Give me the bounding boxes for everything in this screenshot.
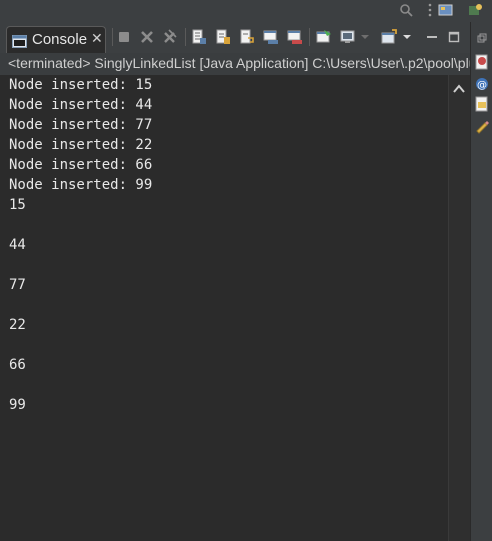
scroll-up-icon[interactable]: [453, 79, 465, 93]
tab-console-label: Console: [32, 31, 88, 48]
console-output[interactable]: Node inserted: 15 Node inserted: 44 Node i…: [0, 75, 448, 541]
console-icon: [12, 33, 27, 48]
console-line: Node inserted: 66: [9, 157, 153, 173]
console-view: Console ✕ <terminated> SinglyLinkedList …: [0, 22, 470, 541]
minimize-icon[interactable]: [424, 29, 440, 45]
console-line: Node inserted: 15: [9, 77, 153, 93]
open-console-icon[interactable]: [381, 29, 397, 45]
more-options-icon[interactable]: [426, 2, 434, 18]
remove-all-terminated-icon[interactable]: [162, 29, 178, 45]
vertical-scrollbar[interactable]: [448, 75, 470, 541]
java-perspective-icon[interactable]: [466, 2, 484, 18]
console-line: 22: [9, 317, 26, 333]
process-description-bar: <terminated> SinglyLinkedList [Java Appl…: [0, 53, 470, 75]
console-line: Node inserted: 99: [9, 177, 153, 193]
show-on-stdout-icon[interactable]: [263, 29, 279, 45]
console-line: 66: [9, 357, 26, 373]
chevron-down-icon[interactable]: [359, 29, 371, 45]
toolbar-separator: [185, 28, 186, 46]
maximize-icon[interactable]: [446, 29, 462, 45]
console-tab-row: Console ✕: [0, 22, 470, 53]
toolbar-separator: [112, 28, 113, 46]
right-trim-bar: @: [470, 22, 492, 541]
toolbar-separator: [309, 28, 310, 46]
terminate-icon[interactable]: [116, 29, 132, 45]
console-line: Node inserted: 22: [9, 137, 153, 153]
remove-launch-icon[interactable]: [139, 29, 155, 45]
display-console-icon[interactable]: [340, 29, 356, 45]
process-description: <terminated> SinglyLinkedList [Java Appl…: [8, 55, 470, 71]
search-icon[interactable]: [398, 2, 414, 18]
perspective-icon[interactable]: [437, 2, 455, 18]
svg-text:@: @: [477, 80, 487, 91]
pencil-icon[interactable]: [474, 118, 490, 134]
restore-icon[interactable]: [474, 30, 490, 46]
console-line: Node inserted: 44: [9, 97, 153, 113]
console-line: Node inserted: 77: [9, 117, 153, 133]
console-line: 77: [9, 277, 26, 293]
tab-console[interactable]: Console ✕: [6, 26, 106, 53]
chevron-down-icon[interactable]: [401, 29, 413, 45]
close-icon[interactable]: ✕: [91, 31, 103, 47]
show-on-stderr-icon[interactable]: [287, 29, 303, 45]
console-line: 99: [9, 397, 26, 413]
scroll-lock-icon[interactable]: [215, 29, 231, 45]
console-line: 15: [9, 197, 26, 213]
window-toolbar: [0, 0, 492, 22]
pin-console-icon[interactable]: [316, 29, 332, 45]
console-line: 44: [9, 237, 26, 253]
word-wrap-icon[interactable]: [239, 29, 255, 45]
error-log-icon[interactable]: [474, 54, 490, 70]
clear-console-icon[interactable]: [191, 29, 207, 45]
declaration-icon[interactable]: [474, 96, 490, 112]
javadoc-icon[interactable]: @: [474, 76, 490, 92]
